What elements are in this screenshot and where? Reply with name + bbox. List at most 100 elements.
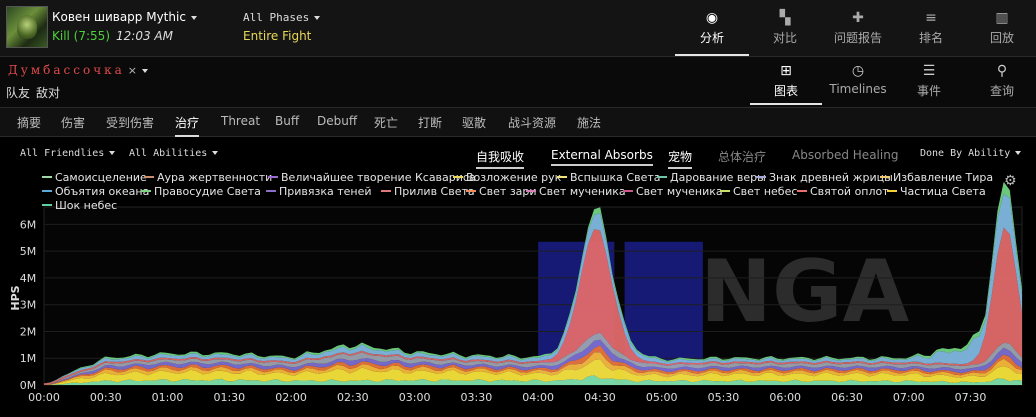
group-by-select[interactable]: Done By Ability (920, 148, 1022, 159)
y-axis-label: HPS (9, 285, 22, 310)
x-tick-label: 00:00 (28, 391, 60, 404)
chevron-down-icon (314, 16, 321, 20)
abilities-label: All Abilities (129, 148, 208, 159)
x-tick-label: 03:00 (399, 391, 431, 404)
top-nav-eye[interactable]: ◉ 分析 (675, 0, 749, 56)
group-by-label: Done By Ability (920, 148, 1011, 159)
view-nav-label: 图表 (773, 84, 798, 98)
report-tabs: 摘要 伤害 受到伤害 治疗 Threat Buff Debuff 死亡 打断 驱散 战斗资源 施法 (0, 108, 1036, 137)
legend-entry: Прилив Света (394, 185, 475, 198)
toggle-3[interactable]: 总体治疗 (718, 148, 766, 165)
x-tick-label: 07:00 (893, 391, 925, 404)
toggle-0[interactable]: 自我吸收 (476, 148, 525, 169)
chevron-down-icon (109, 151, 116, 155)
side-enemy[interactable]: 敌对 (36, 84, 60, 101)
y-tick-label: 2M (20, 325, 37, 338)
x-tick-label: 01:30 (213, 391, 245, 404)
abilities-select[interactable]: All Abilities (129, 148, 219, 159)
tab-11[interactable]: 施法 (577, 114, 601, 131)
tab-9[interactable]: 驱散 (462, 114, 486, 131)
phase-label: All Phases (243, 11, 310, 24)
eye-icon: ◉ (705, 10, 719, 26)
side-friendly[interactable]: 队友 (6, 84, 30, 101)
y-tick-label: 3M (20, 299, 37, 312)
top-nav-compare[interactable]: ▚ 对比 (748, 0, 822, 56)
tab-2[interactable]: 受到伤害 (106, 114, 154, 131)
close-icon[interactable]: × (128, 64, 137, 77)
x-tick-label: 06:30 (831, 391, 863, 404)
encounter-time: 12:03 AM (116, 29, 173, 43)
top-nav-puzzle[interactable]: ✚ 问题报告 (821, 0, 895, 56)
grid-icon: ⊞ (780, 63, 792, 79)
tab-1[interactable]: 伤害 (61, 114, 85, 131)
view-nav-label: 查询 (989, 84, 1014, 98)
view-nav-clock[interactable]: ◷ Timelines (822, 57, 894, 105)
view-nav-label: Timelines (829, 82, 887, 96)
view-nav-label: 事件 (916, 84, 941, 98)
tab-7[interactable]: 死亡 (374, 114, 398, 131)
player-bar: Думбассочка × 队友 敌对 ⊞ 图表 ◷ Timelines ☰ 事件 ⚲ 查询 (0, 57, 1036, 108)
y-tick-label: 5M (20, 245, 37, 258)
y-tick-label: 6M (20, 218, 37, 231)
tab-6[interactable]: Debuff (317, 114, 357, 128)
legend-entry: Святой оплот (810, 185, 889, 198)
legend-entry: Возложение рук (466, 171, 562, 184)
top-nav-rankings[interactable]: ≡ 排名 (894, 0, 968, 56)
legend-entry: Дарование веры (670, 171, 766, 184)
tab-3[interactable]: 治疗 (175, 114, 200, 137)
legend-entry: Аура жертвенности (157, 171, 272, 184)
top-nav-label: 排名 (918, 31, 943, 45)
view-nav-grid[interactable]: ⊞ 图表 (750, 57, 822, 105)
y-tick-label: 1M (20, 352, 37, 365)
legend-entry: Частица Света (900, 185, 986, 198)
legend-entry: Свет небес (733, 185, 797, 198)
chevron-down-icon (1015, 151, 1022, 155)
player-filter[interactable]: Думбассочка × (8, 63, 149, 77)
x-tick-label: 03:30 (461, 391, 493, 404)
view-nav-list[interactable]: ☰ 事件 (893, 57, 965, 105)
healing-chart[interactable]: NGA0M1M2M3M4M5M6MHPS00:00 00:30 01:00 01:30… (0, 171, 1036, 417)
x-tick-label: 00:30 (90, 391, 122, 404)
replay-icon: ▥ (995, 10, 1009, 26)
top-bar: Ковен шиварр Mythic Kill (7:55) 12:03 AM … (0, 0, 1036, 57)
view-nav-map-pin[interactable]: ⚲ 查询 (966, 57, 1036, 105)
puzzle-icon: ✚ (852, 10, 864, 26)
legend-entry: Вспышка Света (570, 171, 661, 184)
legend-entry: Свет мученика (636, 185, 723, 198)
legend-entry: Правосудие Света (154, 185, 261, 198)
list-icon: ☰ (922, 63, 936, 79)
player-name: Думбассочка (8, 63, 125, 77)
encounter-select[interactable]: Ковен шиварр Mythic (52, 10, 197, 24)
top-nav-label: 分析 (699, 31, 724, 45)
toggle-4[interactable]: Absorbed Healing (792, 148, 898, 162)
toggle-1[interactable]: External Absorbs (551, 148, 653, 166)
watermark: NGA (700, 242, 910, 342)
y-tick-label: 4M (20, 272, 37, 285)
map-pin-icon: ⚲ (996, 63, 1008, 79)
compare-icon: ▚ (779, 10, 791, 26)
legend-entry: Знак древней жрицы (769, 171, 893, 184)
filter-bar: All Friendlies All Abilities 自我吸收 Externa… (0, 137, 1036, 170)
legend-entry: Самоисцеление (55, 171, 147, 184)
chevron-down-icon (212, 151, 219, 155)
legend-entry: Избавление Тира (893, 171, 993, 184)
toggle-2[interactable]: 宠物 (668, 148, 693, 169)
tab-10[interactable]: 战斗资源 (508, 114, 556, 131)
fight-select[interactable]: Entire Fight (243, 29, 311, 43)
x-tick-label: 05:00 (646, 391, 678, 404)
friendlies-select[interactable]: All Friendlies (20, 148, 116, 159)
gear-icon[interactable]: ⚙ (1004, 173, 1017, 189)
phase-select[interactable]: All Phases (243, 11, 321, 24)
tab-5[interactable]: Buff (275, 114, 299, 128)
legend-entry: Привязка теней (279, 185, 372, 198)
legend-entry: Величайшее творение Ксавариса (281, 171, 476, 184)
tab-8[interactable]: 打断 (418, 114, 442, 131)
chevron-down-icon[interactable] (142, 68, 149, 73)
encounter-name: Ковен шиварр Mythic (52, 10, 186, 24)
top-nav-replay[interactable]: ▥ 回放 (965, 0, 1036, 56)
tab-0[interactable]: 摘要 (17, 114, 41, 131)
tab-4[interactable]: Threat (221, 114, 260, 128)
friendlies-label: All Friendlies (20, 148, 105, 159)
x-tick-label: 01:00 (152, 391, 184, 404)
legend-entry: Шок небес (55, 199, 117, 212)
